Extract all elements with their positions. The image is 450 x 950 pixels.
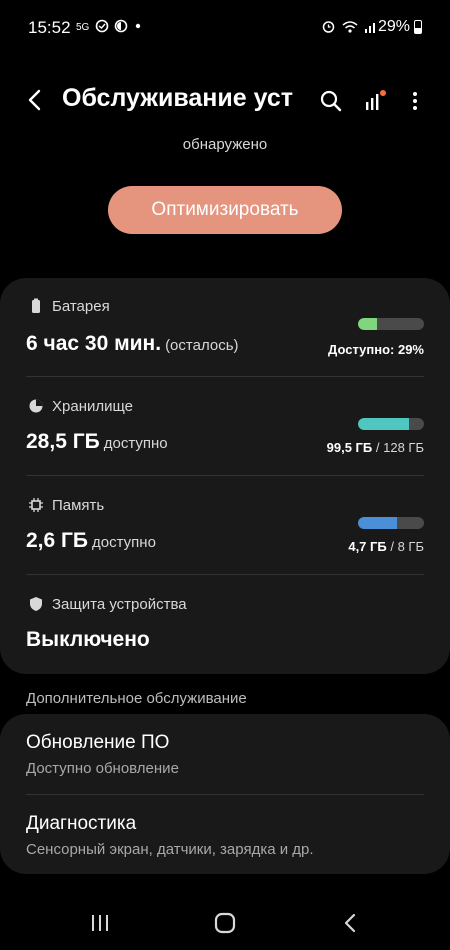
page-title: Обслуживание уст xyxy=(62,84,294,112)
night-icon xyxy=(114,19,128,33)
nav-back-icon[interactable] xyxy=(338,910,364,936)
storage-row[interactable]: Хранилище 28,5 ГБ доступно 99,5 ГБ / 128 … xyxy=(0,378,450,474)
memory-usage: 4,7 ГБ / 8 ГБ xyxy=(348,539,424,554)
search-icon[interactable] xyxy=(318,88,344,114)
recents-icon[interactable] xyxy=(87,910,113,936)
security-row[interactable]: Защита устройства Выключено xyxy=(0,576,450,672)
stats-badge xyxy=(380,90,386,96)
battery-icon xyxy=(32,298,40,313)
svg-text:5G: 5G xyxy=(76,22,90,33)
memory-bar xyxy=(358,517,424,529)
memory-chip-icon xyxy=(29,498,43,512)
battery-bar-fill xyxy=(358,318,378,330)
section-heading: Дополнительное обслуживание xyxy=(26,690,247,707)
memory-value: 2,6 ГБ доступно xyxy=(26,529,156,553)
memory-free: 2,6 ГБ xyxy=(26,529,89,552)
optimize-button[interactable]: Оптимизировать xyxy=(108,186,342,234)
shield-icon xyxy=(30,597,42,611)
memory-free-label: доступно xyxy=(92,534,156,551)
storage-total: / 128 ГБ xyxy=(372,440,424,455)
navigation-bar xyxy=(0,896,450,950)
memory-used: 4,7 ГБ xyxy=(348,539,387,554)
extra-maintenance-card: Обновление ПО Доступно обновление Диагно… xyxy=(0,714,450,874)
more-vert-icon[interactable] xyxy=(402,88,428,114)
app-header: Обслуживание уст xyxy=(0,74,450,130)
dot-icon xyxy=(135,23,141,29)
software-update-subtitle: Доступно обновление xyxy=(26,760,179,777)
security-label: Защита устройства xyxy=(52,596,187,613)
data-saver-icon xyxy=(95,19,109,33)
status-right-icons xyxy=(321,19,378,34)
software-update-title: Обновление ПО xyxy=(26,732,170,753)
chart-icon[interactable] xyxy=(362,88,388,114)
back-arrow-icon[interactable] xyxy=(22,86,50,114)
status-note: обнаружено xyxy=(182,136,268,153)
battery-value: 6 час 30 мин. (осталось) xyxy=(26,332,239,356)
wifi-icon xyxy=(342,20,358,33)
battery-icon xyxy=(414,20,422,34)
status-bar: 15:52 5G 29% xyxy=(0,0,450,56)
diagnostics-item[interactable]: Диагностика Сенсорный экран, датчики, за… xyxy=(0,795,450,874)
security-value: Выключено xyxy=(26,628,150,651)
memory-total: / 8 ГБ xyxy=(386,539,424,554)
storage-bar xyxy=(358,418,424,430)
status-card: Батарея 6 час 30 мин. (осталось) Доступно… xyxy=(0,278,450,674)
battery-bar xyxy=(358,318,424,330)
battery-time: 6 час 30 мин. xyxy=(26,332,162,355)
storage-label: Хранилище xyxy=(52,398,133,415)
diagnostics-subtitle: Сенсорный экран, датчики, зарядка и др. xyxy=(26,841,314,858)
divider xyxy=(26,574,424,575)
home-icon[interactable] xyxy=(212,910,238,936)
storage-value: 28,5 ГБ доступно xyxy=(26,430,168,454)
software-update-item[interactable]: Обновление ПО Доступно обновление xyxy=(0,714,450,794)
alarm-icon xyxy=(322,21,335,33)
divider xyxy=(26,475,424,476)
battery-percent: 29% xyxy=(377,18,410,35)
storage-used: 99,5 ГБ xyxy=(326,440,373,455)
battery-row[interactable]: Батарея 6 час 30 мин. (осталось) Доступно… xyxy=(0,278,450,374)
pie-chart-icon xyxy=(29,399,43,413)
battery-available-text: Доступно: 29% xyxy=(328,342,424,357)
diagnostics-title: Диагностика xyxy=(26,813,137,834)
storage-free: 28,5 ГБ xyxy=(26,430,100,453)
divider xyxy=(26,376,424,377)
battery-label: Батарея xyxy=(52,298,110,315)
sim-icon: 5G xyxy=(76,22,90,33)
battery-available: Доступно: 29% xyxy=(328,342,424,357)
memory-row[interactable]: Память 2,6 ГБ доступно 4,7 ГБ / 8 ГБ xyxy=(0,477,450,573)
status-left-icons: 5G xyxy=(76,19,143,33)
storage-bar-fill xyxy=(358,418,410,430)
status-time: 15:52 xyxy=(28,18,71,37)
memory-label: Память xyxy=(52,497,105,514)
memory-bar-fill xyxy=(358,517,397,529)
storage-usage: 99,5 ГБ / 128 ГБ xyxy=(327,440,424,455)
battery-remaining-label: (осталось) xyxy=(165,337,239,354)
storage-free-label: доступно xyxy=(103,435,168,452)
signal-icon xyxy=(365,22,375,33)
